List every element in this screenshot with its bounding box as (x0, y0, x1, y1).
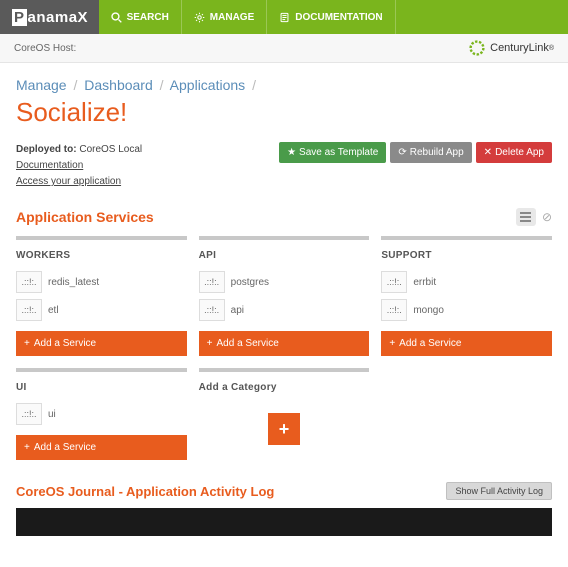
service-icon[interactable]: .::!:. (199, 271, 225, 293)
column-title: API (199, 250, 370, 261)
services-title: Application Services (16, 209, 154, 225)
grid-view-button[interactable] (516, 208, 536, 226)
column-add-category: Add a Category + (199, 368, 370, 460)
nav-label: MANAGE (210, 12, 254, 23)
close-icon: ✕ (484, 147, 492, 158)
nav-label: SEARCH (127, 12, 169, 23)
page-title: Socialize! (16, 97, 552, 128)
column-title: UI (16, 382, 187, 393)
action-buttons: ★Save as Template ⟳Rebuild App ✕Delete A… (279, 142, 552, 163)
add-service-button[interactable]: +Add a Service (199, 331, 370, 356)
access-link[interactable]: Access your application (16, 174, 142, 190)
service-item[interactable]: .::!:.postgres (199, 271, 370, 293)
journal-body (16, 508, 552, 536)
search-icon (111, 12, 122, 23)
service-icon[interactable]: .::!:. (199, 299, 225, 321)
nav-docs[interactable]: DOCUMENTATION (267, 0, 395, 34)
column-workers: WORKERS .::!:.redis_latest .::!:.etl +Ad… (16, 236, 187, 356)
rebuild-button[interactable]: ⟳Rebuild App (390, 142, 471, 163)
link-icon[interactable]: ⊘ (542, 210, 552, 224)
host-label: CoreOS Host: (14, 43, 76, 54)
refresh-icon: ⟳ (398, 147, 406, 158)
service-icon[interactable]: .::!:. (381, 271, 407, 293)
breadcrumb-item[interactable]: Applications (170, 77, 246, 93)
service-item[interactable]: .::!:.api (199, 299, 370, 321)
service-icon[interactable]: .::!:. (16, 299, 42, 321)
service-icon[interactable]: .::!:. (381, 299, 407, 321)
grid-icon (520, 212, 531, 222)
plus-icon: + (24, 338, 30, 349)
service-item[interactable]: .::!:.etl (16, 299, 187, 321)
topbar: PanamaX SEARCH MANAGE DOCUMENTATION (0, 0, 568, 34)
doc-icon (279, 12, 290, 23)
plus-icon: + (279, 419, 290, 440)
doc-link[interactable]: Documentation (16, 158, 142, 174)
service-icon[interactable]: .::!:. (16, 403, 42, 425)
breadcrumb: Manage / Dashboard / Applications / (16, 77, 552, 93)
service-item[interactable]: .::!:.mongo (381, 299, 552, 321)
breadcrumb-item[interactable]: Manage (16, 77, 67, 93)
meta-info: Deployed to: CoreOS Local Documentation … (16, 142, 142, 190)
star-icon: ★ (287, 147, 296, 158)
centurylink-logo: CenturyLink® (469, 40, 554, 56)
subbar: CoreOS Host: CenturyLink® (0, 34, 568, 63)
service-item[interactable]: .::!:.errbit (381, 271, 552, 293)
centurylink-icon (469, 40, 485, 56)
column-title: Add a Category (199, 382, 370, 393)
service-item[interactable]: .::!:.redis_latest (16, 271, 187, 293)
nav-manage[interactable]: MANAGE (182, 0, 267, 34)
journal-title: CoreOS Journal - Application Activity Lo… (16, 484, 274, 499)
add-service-button[interactable]: +Add a Service (16, 435, 187, 460)
service-item[interactable]: .::!:.ui (16, 403, 187, 425)
column-title: SUPPORT (381, 250, 552, 261)
logo: PanamaX (0, 0, 99, 34)
add-category-button[interactable]: + (268, 413, 300, 445)
delete-button[interactable]: ✕Delete App (476, 142, 552, 163)
column-ui: UI .::!:.ui +Add a Service (16, 368, 187, 460)
column-api: API .::!:.postgres .::!:.api +Add a Serv… (199, 236, 370, 356)
column-support: SUPPORT .::!:.errbit .::!:.mongo +Add a … (381, 236, 552, 356)
plus-icon: + (207, 338, 213, 349)
add-service-button[interactable]: +Add a Service (16, 331, 187, 356)
breadcrumb-item[interactable]: Dashboard (84, 77, 153, 93)
show-activity-log-button[interactable]: Show Full Activity Log (446, 482, 552, 500)
gear-icon (194, 12, 205, 23)
service-icon[interactable]: .::!:. (16, 271, 42, 293)
column-title: WORKERS (16, 250, 187, 261)
plus-icon: + (389, 338, 395, 349)
nav-label: DOCUMENTATION (295, 12, 382, 23)
save-template-button[interactable]: ★Save as Template (279, 142, 386, 163)
add-service-button[interactable]: +Add a Service (381, 331, 552, 356)
nav-search[interactable]: SEARCH (99, 0, 182, 34)
plus-icon: + (24, 442, 30, 453)
